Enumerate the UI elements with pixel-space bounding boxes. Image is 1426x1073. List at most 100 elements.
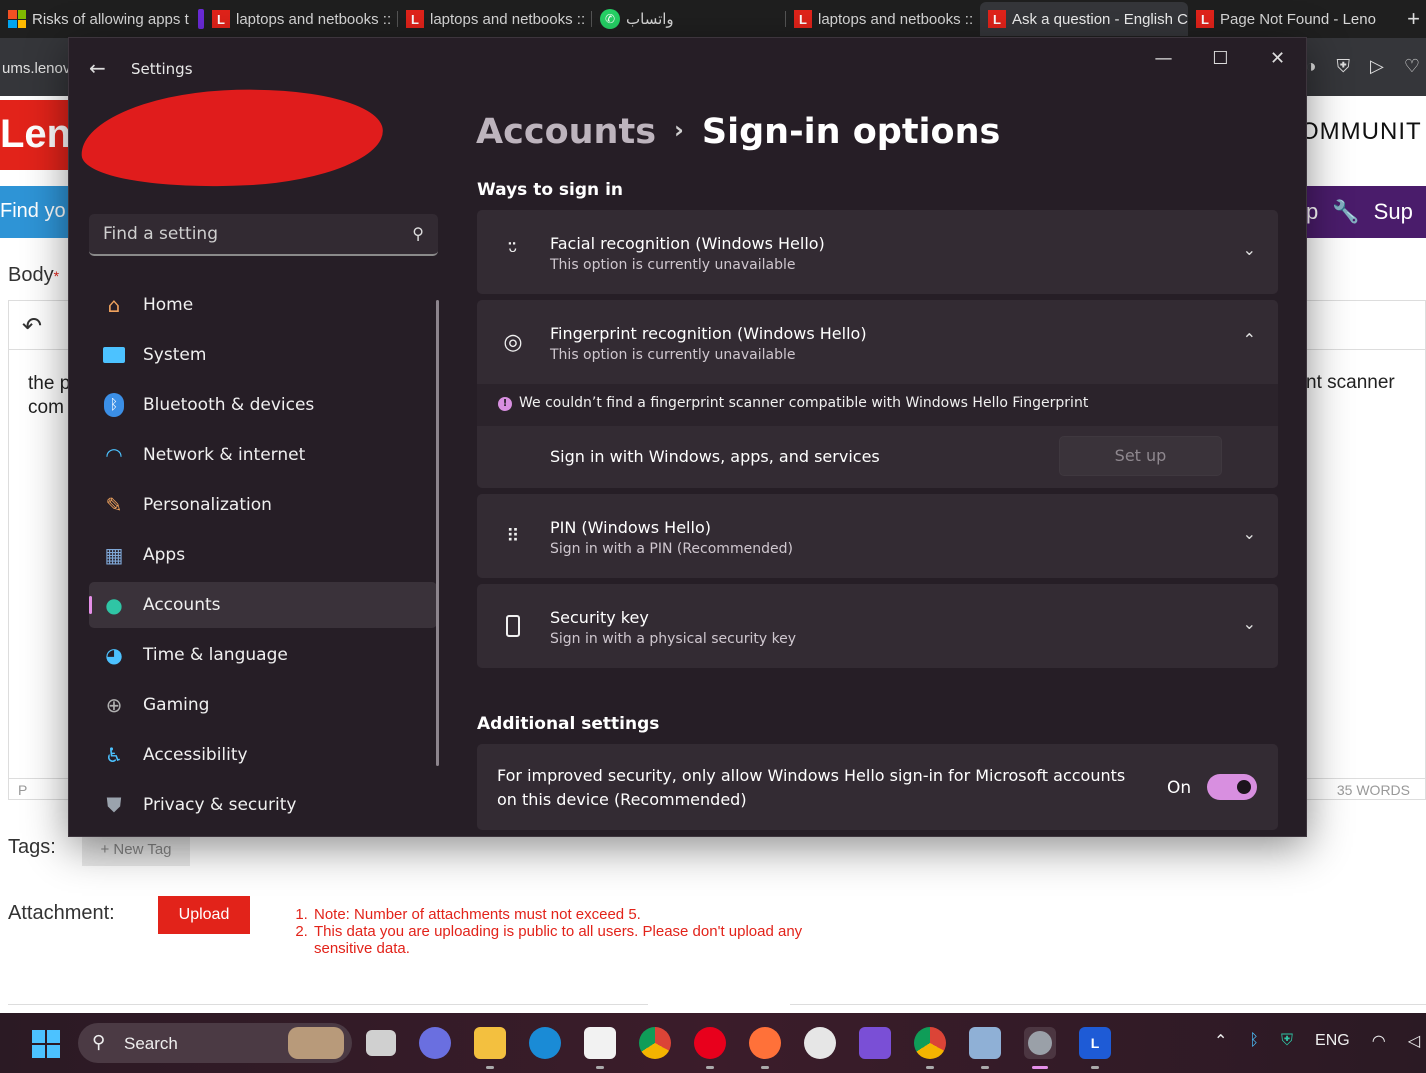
security-shield-icon[interactable]: ⛨ [1281, 1032, 1293, 1050]
tab-group-indicator [196, 2, 204, 36]
editor-text: the p com [28, 373, 71, 418]
task-view-icon[interactable] [366, 1030, 396, 1056]
start-button[interactable] [32, 1030, 60, 1058]
taskbar: ⚲ Search L ⌃ ᛒ ⛨ ENG ◠ ◁ [0, 1013, 1426, 1073]
shield-icon[interactable]: ⛨ [1337, 56, 1351, 77]
settings-search[interactable]: ⚲ [89, 214, 438, 256]
teams-chat-icon[interactable] [419, 1027, 451, 1059]
site-search[interactable]: Find yo [0, 186, 70, 238]
nav-item[interactable]: p [1306, 199, 1318, 225]
chevron-down-icon[interactable]: ⌄ [1243, 614, 1256, 633]
browser-tab[interactable]: Risks of allowing apps t [0, 2, 196, 36]
attachment-label: Attachment: [8, 902, 115, 924]
new-tab-button[interactable]: + [1407, 6, 1426, 32]
browser-tab[interactable]: L Page Not Found - Leno [1188, 2, 1378, 36]
chrome-icon[interactable] [639, 1027, 671, 1059]
maximize-icon[interactable]: ☐ [1192, 38, 1249, 78]
browser-tab[interactable]: L laptops and netbooks :: [398, 2, 592, 36]
nav-item-home[interactable]: ⌂ Home [89, 282, 437, 328]
nav-support[interactable]: Sup [1374, 199, 1413, 225]
facial-recognition-card[interactable]: ᵕ̈ Facial recognition (Windows Hello) Th… [477, 210, 1278, 294]
browser-tab[interactable]: L laptops and netbooks :: [204, 2, 398, 36]
close-icon[interactable]: ✕ [1249, 38, 1306, 78]
setup-button[interactable]: Set up [1059, 436, 1222, 476]
card-title: Fingerprint recognition (Windows Hello) [550, 324, 867, 343]
fingerprint-warning: ! We couldn’t find a fingerprint scanner… [477, 384, 1278, 426]
chevron-up-icon[interactable]: ⌃ [1214, 1031, 1227, 1051]
tab-title: واتساب [626, 11, 674, 28]
nav-item-privacy[interactable]: ⛊ Privacy & security [89, 782, 437, 828]
card-subtitle: Sign in with a PIN (Recommended) [550, 541, 793, 557]
fingerprint-card[interactable]: ◎ Fingerprint recognition (Windows Hello… [477, 300, 1278, 384]
browser-tab[interactable]: L laptops and netbooks :: [786, 2, 980, 36]
minimize-icon[interactable]: — [1135, 38, 1192, 78]
security-key-card[interactable]: Security key Sign in with a physical sec… [477, 584, 1278, 668]
new-tag-button[interactable]: + New Tag [82, 836, 190, 866]
search-icon: ⚲ [92, 1032, 106, 1052]
clock-icon[interactable] [804, 1027, 836, 1059]
nav-item-gaming[interactable]: ⊕ Gaming [89, 682, 437, 728]
editor-text: nt scanner [1306, 372, 1395, 393]
search-icon: ⚲ [412, 224, 424, 243]
settings-search-input[interactable] [89, 214, 438, 254]
nav-scrollbar[interactable] [436, 300, 439, 766]
send-icon[interactable]: ▷ [1370, 56, 1384, 77]
windows-logo-icon [8, 10, 26, 28]
card-title: Facial recognition (Windows Hello) [550, 234, 825, 253]
card-subtitle: Sign in with a physical security key [550, 631, 797, 647]
settings-window: ← Settings — ☐ ✕ ⚲ ⌂ Home System ᛒ Bluet… [68, 37, 1307, 837]
browser-tab[interactable]: ✆ واتساب [592, 2, 786, 36]
page-title: Sign-in options [701, 112, 1001, 152]
nav-item-time-language[interactable]: ◕ Time & language [89, 632, 437, 678]
heart-icon[interactable]: ♡ [1404, 56, 1420, 77]
volume-icon[interactable]: ◁ [1408, 1031, 1420, 1051]
wrench-icon: 🔧 [1332, 199, 1360, 224]
apps-icon: ▦ [104, 543, 124, 567]
upload-notes: Note: Number of attachments must not exc… [296, 906, 842, 957]
nav-item-apps[interactable]: ▦ Apps [89, 532, 437, 578]
breadcrumb-parent[interactable]: Accounts [476, 112, 656, 152]
address-url[interactable]: ums.lenov [2, 60, 70, 77]
row-label: Sign in with Windows, apps, and services [550, 447, 880, 466]
nav-item-personalization[interactable]: ✎ Personalization [89, 482, 437, 528]
edge-icon[interactable] [529, 1027, 561, 1059]
tab-title: laptops and netbooks :: [818, 10, 974, 28]
chevron-up-icon[interactable]: ⌃ [1243, 330, 1256, 349]
firefox-icon[interactable] [749, 1027, 781, 1069]
undo-icon[interactable]: ↶ [22, 312, 42, 341]
upload-button[interactable]: Upload [158, 896, 250, 934]
info-icon: ! [498, 397, 512, 411]
visual-studio-icon[interactable] [859, 1027, 891, 1059]
tags-label: Tags: [8, 836, 56, 858]
chevron-down-icon[interactable]: ⌄ [1243, 240, 1256, 259]
hello-only-toggle[interactable] [1207, 774, 1257, 800]
language-indicator[interactable]: ENG [1315, 1032, 1350, 1050]
pin-card[interactable]: ⠿ PIN (Windows Hello) Sign in with a PIN… [477, 494, 1278, 578]
tab-title: laptops and netbooks :: [236, 10, 392, 28]
lenovo-vantage-icon[interactable]: L [1079, 1027, 1111, 1069]
nav-item-bluetooth[interactable]: ᛒ Bluetooth & devices [89, 382, 437, 428]
chevron-down-icon[interactable]: ⌄ [1243, 524, 1256, 543]
settings-gear-icon[interactable] [1024, 1027, 1056, 1069]
taskbar-search[interactable]: ⚲ Search [78, 1023, 352, 1063]
remote-desktop-icon[interactable] [969, 1027, 1001, 1069]
nav-item-accounts[interactable]: ● Accounts [89, 582, 437, 628]
lenovo-logo[interactable]: Len [0, 100, 70, 170]
file-explorer-icon[interactable] [474, 1027, 506, 1069]
back-arrow-icon[interactable]: ← [89, 56, 106, 80]
system-icon [101, 342, 127, 368]
nav-item-network[interactable]: ◠ Network & internet [89, 432, 437, 478]
wifi-icon[interactable]: ◠ [1372, 1031, 1386, 1051]
microsoft-store-icon[interactable] [584, 1027, 616, 1069]
card-title: Security key [550, 608, 649, 627]
accessibility-icon: ♿ [105, 743, 123, 767]
chrome-icon[interactable] [914, 1027, 946, 1069]
tab-title: laptops and netbooks :: [430, 10, 586, 28]
nav-item-system[interactable]: System [89, 332, 437, 378]
word-count: 35 WORDS [1336, 782, 1410, 798]
nav-item-accessibility[interactable]: ♿ Accessibility [89, 732, 437, 778]
browser-tab-active[interactable]: L Ask a question - English C [980, 2, 1188, 36]
bluetooth-icon[interactable]: ᛒ [1249, 1032, 1259, 1050]
opera-icon[interactable] [694, 1027, 726, 1069]
extension-icon[interactable]: ◑ [1306, 56, 1317, 77]
